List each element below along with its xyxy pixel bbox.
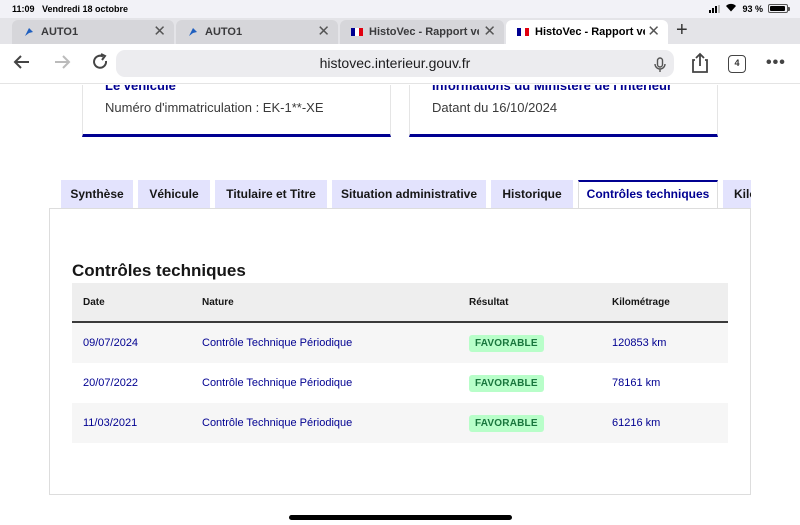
vehicle-card-title: Le véhicule xyxy=(105,85,176,93)
browser-tab-auto1-1[interactable]: AUTO1 ✕ xyxy=(12,20,174,44)
table-header: Date Nature Résultat Kilométrage xyxy=(72,283,728,323)
row-nature: Contrôle Technique Périodique xyxy=(202,377,353,389)
result-badge-cell: FAVORABLE xyxy=(469,323,544,363)
forward-arrow-icon[interactable] xyxy=(50,52,74,76)
url-text: histovec.interieur.gouv.fr xyxy=(319,55,471,71)
browser-tab-histovec-active[interactable]: HistoVec - Rapport vendeur ✕ xyxy=(506,20,668,44)
column-header-date: Date xyxy=(83,296,105,308)
table-row: 09/07/2024 Contrôle Technique Périodique… xyxy=(72,323,728,363)
auto1-favicon-icon xyxy=(22,26,35,39)
back-arrow-icon[interactable] xyxy=(10,52,34,76)
browser-tab-auto1-2[interactable]: AUTO1 ✕ xyxy=(176,20,338,44)
row-nature: Contrôle Technique Périodique xyxy=(202,337,353,349)
browser-tab-histovec-1[interactable]: HistoVec - Rapport vendeur ✕ xyxy=(340,20,504,44)
row-nature: Contrôle Technique Périodique xyxy=(202,417,353,429)
ministry-card: Informations du Ministère de l'Intérieur… xyxy=(409,85,718,137)
browser-tab-title: HistoVec - Rapport vendeur xyxy=(369,26,479,38)
more-options-icon[interactable]: ••• xyxy=(766,54,786,72)
signal-icon xyxy=(709,4,721,13)
column-header-nature: Nature xyxy=(202,296,234,308)
status-badge: FAVORABLE xyxy=(469,334,544,352)
row-date: 11/03/2021 xyxy=(83,417,138,429)
row-mileage: 61216 km xyxy=(612,417,661,429)
result-badge-cell: FAVORABLE xyxy=(469,363,544,403)
vehicle-card: Le véhicule Numéro d'immatriculation : E… xyxy=(82,85,391,137)
browser-toolbar: histovec.interieur.gouv.fr 4 ••• xyxy=(0,44,800,84)
status-badge: FAVORABLE xyxy=(469,374,544,392)
row-mileage: 120853 km xyxy=(612,337,667,349)
close-tab-icon[interactable]: ✕ xyxy=(153,24,166,39)
tab-kilometrage[interactable]: Kilo xyxy=(723,180,751,208)
report-date: Datant du 16/10/2024 xyxy=(432,100,558,115)
share-icon[interactable] xyxy=(688,52,712,76)
section-title: Contrôles techniques xyxy=(72,261,246,280)
browser-tab-title: HistoVec - Rapport vendeur xyxy=(535,26,645,38)
controles-panel: Contrôles techniques Date Nature Résulta… xyxy=(49,208,751,495)
new-tab-plus-icon[interactable]: + xyxy=(676,19,688,42)
browser-tab-title: AUTO1 xyxy=(205,26,243,38)
close-tab-icon[interactable]: ✕ xyxy=(647,24,660,39)
tab-titulaire[interactable]: Titulaire et Titre xyxy=(215,180,327,208)
row-date: 20/07/2022 xyxy=(83,377,139,389)
row-date: 09/07/2024 xyxy=(83,337,139,349)
auto1-favicon-icon xyxy=(186,26,199,39)
home-indicator[interactable] xyxy=(289,515,512,520)
french-flag-favicon-icon xyxy=(350,26,363,39)
result-badge-cell: FAVORABLE xyxy=(469,403,544,443)
column-header-mileage: Kilométrage xyxy=(612,296,670,308)
reload-icon[interactable] xyxy=(88,52,112,76)
row-mileage: 78161 km xyxy=(612,377,661,389)
status-date: Vendredi 18 octobre xyxy=(42,4,129,14)
close-tab-icon[interactable]: ✕ xyxy=(317,24,330,39)
inspections-table: Date Nature Résultat Kilométrage 09/07/2… xyxy=(72,283,728,443)
status-bar: 11:09 Vendredi 18 octobre 93 % xyxy=(0,0,800,18)
table-row: 11/03/2021 Contrôle Technique Périodique… xyxy=(72,403,728,443)
tab-vehicule[interactable]: Véhicule xyxy=(138,180,210,208)
registration-number: Numéro d'immatriculation : EK-1**-XE xyxy=(105,100,324,115)
page-content: Le véhicule Numéro d'immatriculation : E… xyxy=(0,85,800,525)
tab-controles-techniques[interactable]: Contrôles techniques xyxy=(578,180,718,208)
tab-historique[interactable]: Historique xyxy=(491,180,573,208)
close-tab-icon[interactable]: ✕ xyxy=(483,24,496,39)
browser-tab-strip: AUTO1 ✕ AUTO1 ✕ HistoVec - Rapport vende… xyxy=(0,18,800,44)
address-bar[interactable]: histovec.interieur.gouv.fr xyxy=(116,50,674,77)
french-flag-favicon-icon xyxy=(516,26,529,39)
battery-percent: 93 % xyxy=(742,3,763,14)
microphone-icon[interactable] xyxy=(654,55,666,82)
battery-icon xyxy=(768,4,790,13)
tab-synthese[interactable]: Synthèse xyxy=(61,180,133,208)
wifi-icon xyxy=(725,3,737,14)
browser-tab-title: AUTO1 xyxy=(41,26,79,38)
column-header-result: Résultat xyxy=(469,296,509,308)
status-indicators: 93 % xyxy=(709,3,790,14)
report-tabs: Synthèse Véhicule Titulaire et Titre Sit… xyxy=(61,180,751,208)
tab-situation-administrative[interactable]: Situation administrative xyxy=(332,180,486,208)
tab-count-button[interactable]: 4 xyxy=(728,55,746,73)
status-time: 11:09 xyxy=(12,4,35,14)
status-badge: FAVORABLE xyxy=(469,414,544,432)
table-row: 20/07/2022 Contrôle Technique Périodique… xyxy=(72,363,728,403)
ministry-card-title: Informations du Ministère de l'Intérieur xyxy=(432,85,673,93)
